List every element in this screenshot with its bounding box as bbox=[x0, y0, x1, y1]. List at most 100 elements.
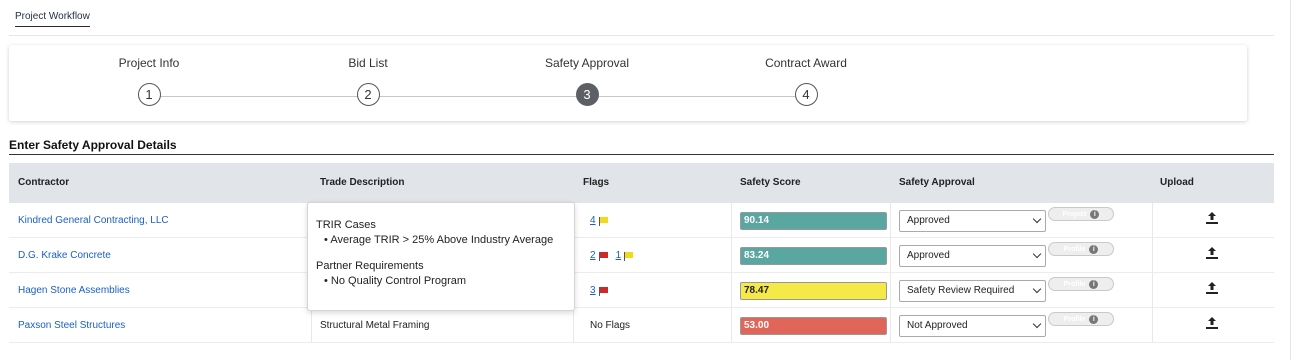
step-label: Bid List bbox=[348, 56, 388, 70]
contractor-cell: Kindred General Contracting, LLC bbox=[18, 203, 169, 238]
upload-icon[interactable] bbox=[1205, 211, 1219, 225]
flag-group[interactable]: 3 bbox=[590, 285, 608, 296]
upload-icon[interactable] bbox=[1205, 281, 1219, 295]
flag-count-link[interactable]: 1 bbox=[616, 250, 622, 261]
flags-tooltip: TRIR Cases Average TRIR > 25% Above Indu… bbox=[307, 202, 575, 311]
column-divider bbox=[731, 238, 732, 272]
column-header-safety-approval[interactable]: Safety Approval bbox=[899, 177, 975, 188]
column-header-flags[interactable]: Flags bbox=[583, 177, 609, 188]
pill-label: Profile bbox=[1063, 315, 1086, 323]
safety-score-bar: 53.00 bbox=[740, 316, 887, 335]
approval-cell: Approved bbox=[899, 238, 1046, 273]
flags-cell: 21 bbox=[590, 238, 641, 273]
column-header-safety-score[interactable]: Safety Score bbox=[740, 177, 801, 188]
no-flags-text: No Flags bbox=[590, 320, 631, 331]
table-header: Contractor Trade Description Flags Safet… bbox=[9, 163, 1274, 203]
column-divider bbox=[1152, 238, 1153, 272]
table-row: Paxson Steel Structures Structural Metal … bbox=[9, 308, 1274, 343]
step-contract-award[interactable]: Contract Award 4 bbox=[726, 45, 886, 106]
safety-score-bar: 83.24 bbox=[740, 246, 887, 265]
profile-toggle-pill[interactable]: Project i bbox=[1048, 207, 1114, 221]
red-flag-icon bbox=[598, 251, 608, 261]
selected-value: Approved bbox=[907, 214, 950, 226]
info-icon: i bbox=[1089, 314, 1099, 324]
pill-label: Project bbox=[1062, 210, 1087, 218]
info-icon: i bbox=[1089, 279, 1099, 289]
flag-group[interactable]: 2 bbox=[590, 250, 608, 261]
step-number: 2 bbox=[356, 83, 380, 106]
score-cell: 90.14 bbox=[740, 203, 887, 238]
profile-toggle-pill[interactable]: Profile i bbox=[1048, 312, 1114, 326]
contractor-link[interactable]: Kindred General Contracting, LLC bbox=[18, 215, 169, 226]
approval-cell: Approved bbox=[899, 203, 1046, 238]
step-label: Safety Approval bbox=[544, 56, 630, 70]
contractor-link[interactable]: D.G. Krake Concrete bbox=[18, 250, 111, 261]
trade-description: Structural Metal Framing bbox=[320, 320, 430, 331]
page-scrollbar[interactable] bbox=[1290, 0, 1291, 360]
section-title: Enter Safety Approval Details bbox=[9, 138, 177, 152]
step-label: Contract Award bbox=[765, 56, 847, 70]
pill-label: Profile bbox=[1063, 280, 1086, 288]
column-divider bbox=[573, 308, 574, 342]
breadcrumb: Project Workflow bbox=[9, 0, 1274, 36]
contractor-link[interactable]: Hagen Stone Assemblies bbox=[18, 285, 130, 296]
step-number-active: 3 bbox=[575, 83, 599, 106]
profile-toggle-pill[interactable]: Profile i bbox=[1048, 277, 1114, 291]
step-bid-list[interactable]: Bid List 2 bbox=[288, 45, 448, 106]
flags-cell: 4 bbox=[590, 203, 616, 238]
chevron-down-icon bbox=[1032, 319, 1042, 328]
info-icon: i bbox=[1090, 209, 1100, 219]
safety-approval-table: Contractor Trade Description Flags Safet… bbox=[9, 163, 1274, 343]
step-project-info[interactable]: Project Info 1 bbox=[69, 45, 229, 106]
safety-score-bar: 78.47 bbox=[740, 281, 887, 300]
approval-cell: Safety Review Required bbox=[899, 273, 1046, 308]
profile-toggle-pill[interactable]: Profile i bbox=[1048, 242, 1114, 256]
column-divider bbox=[731, 273, 732, 307]
column-divider bbox=[1152, 203, 1153, 237]
selected-value: Approved bbox=[907, 249, 950, 261]
table-row: D.G. Krake Concrete 2 1 83.24 Approved Profil… bbox=[9, 238, 1274, 273]
score-cell: 78.47 bbox=[740, 273, 887, 308]
workflow-stepper: Project Info 1 Bid List 2 Safety Approva… bbox=[9, 45, 1247, 121]
table-row: Kindred General Contracting, LLC 4 90.14 Ap… bbox=[9, 203, 1274, 238]
flag-group[interactable]: 1 bbox=[616, 250, 634, 261]
table-body: Kindred General Contracting, LLC 4 90.14 Ap… bbox=[9, 203, 1274, 343]
step-number: 4 bbox=[794, 83, 818, 106]
flag-count-link[interactable]: 3 bbox=[590, 285, 596, 296]
flag-count-link[interactable]: 4 bbox=[590, 215, 596, 226]
table-row: Hagen Stone Assemblies 3 78.47 Safety Revie… bbox=[9, 273, 1274, 308]
upload-icon[interactable] bbox=[1205, 246, 1219, 260]
safety-approval-select[interactable]: Not Approved bbox=[899, 314, 1046, 337]
contractor-link[interactable]: Paxson Steel Structures bbox=[18, 320, 125, 331]
yellow-flag-icon bbox=[624, 251, 634, 261]
yellow-flag-icon bbox=[598, 216, 608, 226]
safety-score-bar: 90.14 bbox=[740, 211, 887, 230]
safety-approval-select[interactable]: Approved bbox=[899, 244, 1046, 267]
chevron-down-icon bbox=[1032, 249, 1042, 258]
tooltip-item: No Quality Control Program bbox=[324, 275, 566, 287]
tab-project-workflow[interactable]: Project Workflow bbox=[15, 11, 90, 27]
column-header-trade[interactable]: Trade Description bbox=[320, 177, 404, 188]
contractor-cell: D.G. Krake Concrete bbox=[18, 238, 111, 273]
flag-count-link[interactable]: 2 bbox=[590, 250, 596, 261]
red-flag-icon bbox=[598, 286, 608, 296]
pill-label: Profile bbox=[1063, 245, 1086, 253]
score-cell: 53.00 bbox=[740, 308, 887, 343]
safety-approval-select[interactable]: Safety Review Required bbox=[899, 279, 1046, 302]
approval-cell: Not Approved bbox=[899, 308, 1046, 343]
upload-icon[interactable] bbox=[1205, 316, 1219, 330]
column-header-contractor[interactable]: Contractor bbox=[18, 177, 69, 188]
step-safety-approval[interactable]: Safety Approval 3 bbox=[507, 45, 667, 106]
flag-group[interactable]: 4 bbox=[590, 215, 608, 226]
contractor-cell: Paxson Steel Structures bbox=[18, 308, 125, 343]
score-cell: 83.24 bbox=[740, 238, 887, 273]
column-header-upload: Upload bbox=[1160, 177, 1194, 188]
selected-value: Safety Review Required bbox=[907, 284, 1015, 296]
step-number: 1 bbox=[137, 83, 161, 106]
chevron-down-icon bbox=[1032, 284, 1042, 293]
column-divider bbox=[890, 238, 891, 272]
column-divider bbox=[731, 203, 732, 237]
safety-approval-select[interactable]: Approved bbox=[899, 209, 1046, 232]
flags-cell: No Flags bbox=[590, 308, 630, 343]
column-divider bbox=[890, 308, 891, 342]
